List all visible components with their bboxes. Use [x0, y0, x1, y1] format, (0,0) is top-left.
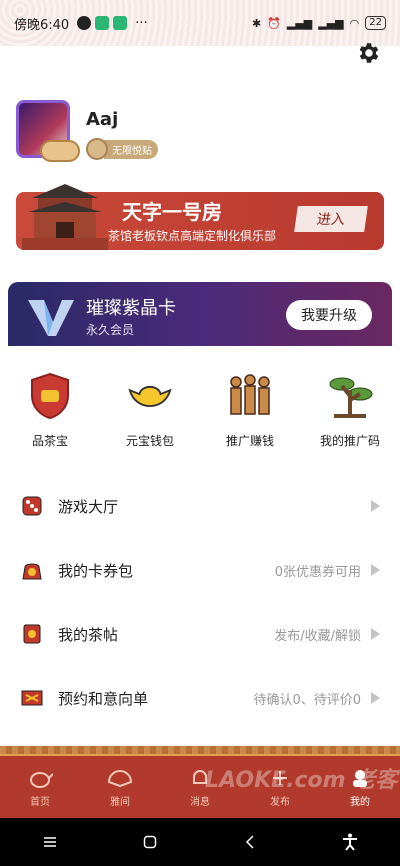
qq-icon: [77, 15, 92, 30]
more-icon: ···: [135, 15, 148, 31]
tab-home[interactable]: 首页: [0, 756, 80, 818]
appointment-icon: [20, 686, 44, 710]
coupon-bag-icon: [20, 558, 44, 582]
alarm-icon: ⏰: [267, 16, 281, 30]
dice-icon: [20, 494, 44, 518]
shield-ingot-icon: [26, 372, 74, 420]
tab-label: 消息: [190, 796, 210, 808]
fan-icon: [107, 767, 133, 789]
menu-item-tea-posts[interactable]: 我的茶帖 发布/收藏/解锁: [0, 602, 400, 666]
gold-ingot-icon: [126, 372, 174, 420]
menu-item-label: 游戏大厅: [58, 497, 119, 516]
member-badge[interactable]: 无限悦贴: [86, 138, 158, 160]
accessibility-icon[interactable]: [340, 832, 360, 852]
watermark: LAOKE.com 老客: [205, 768, 398, 793]
shortcut-promo-code[interactable]: 我的推广码: [300, 372, 400, 449]
menu-item-info: 待确认0、待评价0: [253, 692, 361, 708]
menu-item-info: 发布/收藏/解锁: [274, 628, 361, 644]
tab-label: 雅间: [110, 796, 130, 808]
tea-post-icon: [20, 622, 44, 646]
status-time: 傍晚6:40: [14, 17, 70, 33]
gear-icon[interactable]: [356, 40, 382, 66]
menu-item-coupons[interactable]: 我的卡券包 0张优惠券可用: [0, 538, 400, 602]
shortcut-label: 我的推广码: [319, 434, 380, 448]
username: Aaj: [86, 109, 119, 130]
tab-rooms[interactable]: 雅间: [80, 756, 160, 818]
system-nav-bar: [0, 818, 400, 866]
app-icon: [95, 15, 110, 30]
banner-subtitle: 茶馆老板钦点高端定制化俱乐部: [108, 229, 277, 243]
shortcut-promote[interactable]: 推广赚钱: [200, 372, 300, 449]
vip-subtitle: 永久会员: [86, 323, 135, 337]
tab-label: 发布: [270, 796, 290, 808]
avatar-frame-cloud: [40, 140, 80, 162]
banner-title: 天字一号房: [122, 200, 222, 224]
menu-item-label: 我的茶帖: [58, 625, 119, 644]
pine-tree-icon: [326, 372, 374, 420]
upgrade-button[interactable]: 我要升级: [286, 300, 372, 330]
medal-icon: [86, 138, 108, 160]
shortcut-label: 推广赚钱: [225, 434, 274, 448]
shortcut-grid: 品茶宝 元宝钱包 推广赚钱 我的推广码: [0, 372, 400, 449]
shortcut-wallet[interactable]: 元宝钱包: [100, 372, 200, 449]
notification-icons: ···: [77, 15, 148, 31]
bluetooth-icon: ✱: [251, 16, 262, 30]
pagoda-icon: [22, 184, 108, 250]
shortcut-label: 品茶宝: [31, 434, 68, 448]
menu-item-label: 我的卡券包: [58, 561, 134, 580]
tab-label: 首页: [30, 796, 50, 808]
signal-icon: ▂▄▆: [286, 16, 313, 30]
enter-button[interactable]: 进入: [294, 206, 368, 232]
battery-icon: 22: [365, 16, 386, 30]
menu-item-label: 预约和意向单: [58, 689, 149, 708]
tab-label: 我的: [350, 796, 370, 808]
wifi-icon: ◠: [349, 16, 360, 30]
chevron-right-icon: [371, 500, 380, 512]
terracotta-warriors-icon: [226, 372, 274, 420]
chevron-right-icon: [371, 564, 380, 576]
shortcut-tea-treasure[interactable]: 品茶宝: [0, 372, 100, 449]
badge-label: 无限悦贴: [104, 139, 158, 159]
vip-title: 璀璨紫晶卡: [86, 298, 176, 319]
signal-icon-2: ▂▄▆: [318, 16, 344, 30]
shortcut-label: 元宝钱包: [125, 434, 174, 448]
teapot-icon: [27, 767, 53, 789]
menu-list: 游戏大厅 我的卡券包 0张优惠券可用 我的茶帖 发布/收藏/解锁 预约和意向单 …: [0, 474, 400, 730]
status-bar: 傍晚6:40 ··· ✱ ⏰ ▂▄▆ ▂▄▆ ◠ 22: [0, 0, 400, 46]
menu-icon[interactable]: [40, 832, 60, 852]
wechat-icon: [113, 15, 128, 30]
back-icon[interactable]: [240, 832, 260, 852]
home-icon[interactable]: [140, 832, 160, 852]
chevron-right-icon: [371, 628, 380, 640]
crystal-v-icon: [28, 300, 74, 336]
vip-card[interactable]: 璀璨紫晶卡 永久会员 我要升级: [8, 282, 392, 350]
chevron-right-icon: [371, 692, 380, 704]
teahouse-banner[interactable]: 天字一号房 茶馆老板钦点高端定制化俱乐部 进入: [16, 184, 384, 250]
menu-item-info: 0张优惠券可用: [274, 564, 361, 580]
menu-item-appointments[interactable]: 预约和意向单 待确认0、待评价0: [0, 666, 400, 730]
menu-item-game-hall[interactable]: 游戏大厅: [0, 474, 400, 538]
